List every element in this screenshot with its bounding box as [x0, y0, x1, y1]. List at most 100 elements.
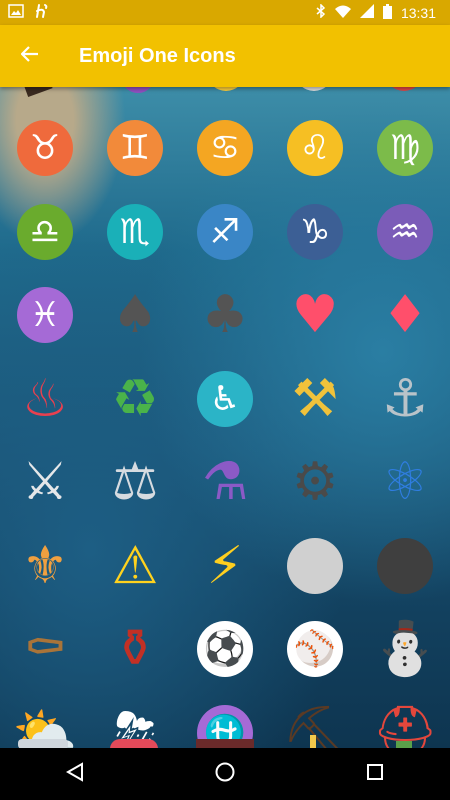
alembic-icon: ⚗	[197, 454, 253, 510]
nav-back-button[interactable]	[45, 748, 105, 800]
icon-glyph: ♥	[291, 285, 339, 345]
icon-glyph: ⚗	[201, 452, 249, 512]
white-circle-icon	[287, 538, 343, 594]
grid-cell[interactable]: ⚛	[375, 452, 435, 512]
icon-glyph: ♐	[209, 212, 241, 252]
nav-home-icon	[214, 761, 236, 788]
soccer-ball-icon: ⚽	[197, 621, 253, 677]
grid-cell[interactable]: ⚓	[375, 369, 435, 429]
balance-scale-icon: ⚖	[107, 454, 163, 510]
grid-cell[interactable]: ⚠	[105, 536, 165, 596]
cellular-icon	[359, 4, 374, 21]
fleur-de-lis-icon: ⚜	[17, 538, 73, 594]
crossed-swords-icon: ⚔	[17, 454, 73, 510]
grid-cell[interactable]: ⚽	[195, 619, 255, 679]
grid-cell[interactable]: ⚒	[285, 369, 345, 429]
snowman-icon: ⛄	[373, 621, 438, 677]
grid-cell[interactable]: ♒	[375, 202, 435, 262]
icon-glyph: ⚔	[21, 452, 69, 512]
icon-glyph: ⚛	[381, 452, 429, 512]
taurus-icon: ♉	[17, 120, 73, 176]
icon-glyph: ⚠	[111, 536, 159, 596]
black-circle-icon	[377, 538, 433, 594]
grid-cell[interactable]	[285, 536, 345, 596]
grid-cell[interactable]: ⚰	[15, 619, 75, 679]
icon-glyph: ♌	[299, 128, 331, 168]
anchor-icon: ⚓	[377, 371, 433, 427]
grid-cell[interactable]: ♠	[105, 285, 165, 345]
icon-grid-container[interactable]: ♉ ♊ ♋ ♌ ♍ ♎ ♏ ♐ ♑ ♒ ♓ ♠ ♣ ♥ ♦ ♨ ♻ ♿ ⚒ ⚓ ⚔ ⚖ ⚗ ⚙ ⚛ ⚜ ⚠ ⚡ ⚰ ⚱ ⚽ ⚾ ⛄ ⛅ ⛈ ⛎ ⛏ ⛑	[0, 87, 450, 748]
icon-glyph: ⚾	[293, 629, 337, 669]
page-title: Emoji One Icons	[79, 44, 236, 67]
grid-cell[interactable]: ⚙	[285, 452, 345, 512]
grid-cell[interactable]: ♥	[285, 285, 345, 345]
grid-cell[interactable]: ♦	[375, 285, 435, 345]
icon-glyph: ♠	[111, 285, 159, 345]
icon-glyph: ⚜	[21, 536, 69, 596]
gear-icon: ⚙	[287, 454, 343, 510]
recycling-icon: ♻	[107, 371, 163, 427]
grid-cell[interactable]: ♻	[105, 369, 165, 429]
grid-cell[interactable]: ♌	[285, 118, 345, 178]
high-voltage-icon: ⚡	[197, 538, 253, 594]
spade-suit-icon: ♠	[107, 287, 163, 343]
gemini-icon: ♊	[107, 120, 163, 176]
leo-icon: ♌	[287, 120, 343, 176]
grid-cell[interactable]: ♏	[105, 202, 165, 262]
grid-cell[interactable]: ⚡	[195, 536, 255, 596]
grid-cell[interactable]: ⛄	[373, 619, 438, 679]
battery-icon	[382, 3, 392, 22]
grid-cell[interactable]: ♨	[15, 369, 75, 429]
grid-cell[interactable]: ♿	[195, 369, 255, 429]
cancer-icon: ♋	[197, 120, 253, 176]
wifi-icon	[334, 5, 351, 21]
grid-cell[interactable]: ♑	[285, 202, 345, 262]
icon-glyph: ♍	[389, 128, 421, 168]
arrow-back-icon	[20, 45, 39, 67]
pisces-icon: ♓	[17, 287, 73, 343]
grid-cell[interactable]: ♐	[195, 202, 255, 262]
nav-recents-button[interactable]	[345, 748, 405, 800]
libra-icon: ♎	[17, 204, 73, 260]
back-button[interactable]	[0, 25, 60, 87]
grid-cell[interactable]: ♍	[375, 118, 435, 178]
grid-cell[interactable]: ⚾	[285, 619, 345, 679]
icon-glyph: ⚱	[113, 619, 157, 679]
wheelchair-icon: ♿	[197, 371, 253, 427]
nav-home-button[interactable]	[195, 748, 255, 800]
warning-icon: ⚠	[107, 538, 163, 594]
grid-cell[interactable]: ♓	[15, 285, 75, 345]
status-left	[0, 3, 50, 22]
image-icon	[8, 4, 24, 21]
icon-glyph: ⚙	[291, 452, 339, 512]
grid-cell[interactable]: ♋	[195, 118, 255, 178]
sagittarius-icon: ♐	[197, 204, 253, 260]
scorpio-icon: ♏	[107, 204, 163, 260]
grid-cell[interactable]: ⚔	[15, 452, 75, 512]
grid-cell[interactable]: ⚱	[105, 619, 165, 679]
diamond-suit-icon: ♦	[377, 287, 433, 343]
icon-glyph: ♉	[29, 128, 61, 168]
icon-glyph: ♻	[111, 369, 159, 429]
navigation-bar	[0, 748, 450, 800]
capricorn-icon: ♑	[287, 204, 343, 260]
icon-glyph: ♓	[29, 295, 61, 335]
grid-cell[interactable]	[375, 536, 435, 596]
hot-springs-icon: ♨	[17, 371, 73, 427]
grid-cell[interactable]: ♊	[105, 118, 165, 178]
atom-icon: ⚛	[377, 454, 433, 510]
grid-cell[interactable]: ♉	[15, 118, 75, 178]
grid-cell[interactable]: ♎	[15, 202, 75, 262]
grid-cell[interactable]: ⚜	[15, 536, 75, 596]
club-suit-icon: ♣	[197, 287, 253, 343]
icon-glyph: ♊	[119, 128, 151, 168]
baseball-icon: ⚾	[287, 621, 343, 677]
icon-glyph: ♎	[29, 212, 61, 252]
icon-glyph: ♑	[299, 212, 331, 252]
status-time: 13:31	[400, 4, 436, 21]
icon-glyph: ⛄	[372, 619, 438, 679]
grid-cell[interactable]: ♣	[195, 285, 255, 345]
icon-glyph: ⚒	[291, 369, 339, 429]
grid-cell[interactable]: ⚖	[105, 452, 165, 512]
grid-cell[interactable]: ⚗	[195, 452, 255, 512]
